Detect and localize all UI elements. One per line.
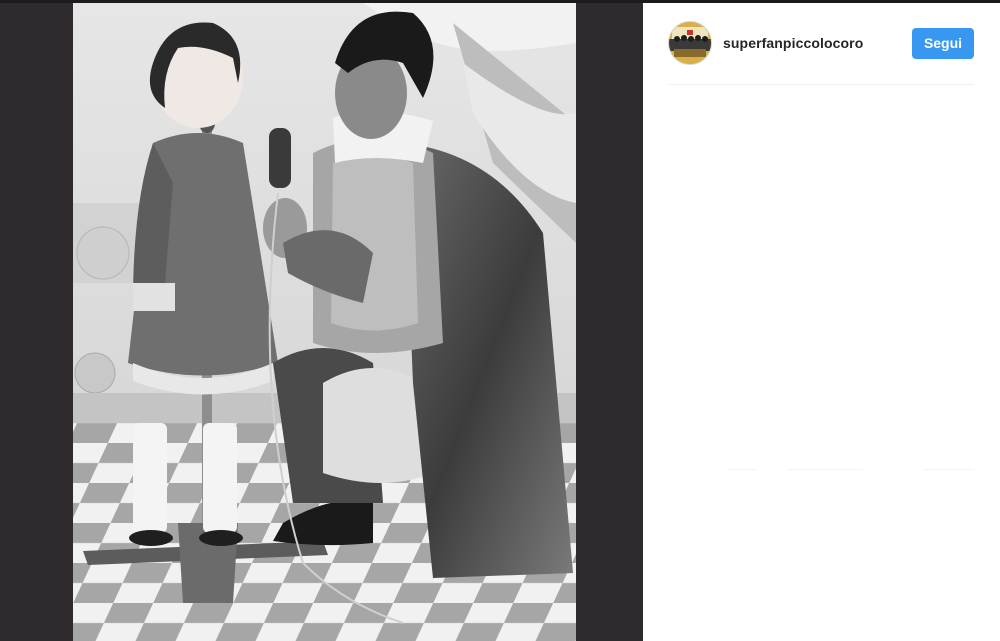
- faint-divider: [727, 469, 757, 470]
- post-side-panel: superfanpiccolocoro Segui: [643, 3, 1000, 641]
- faint-divider: [923, 469, 974, 470]
- photo-illustration: [73, 3, 576, 641]
- post-header: superfanpiccolocoro Segui: [643, 3, 1000, 85]
- group-photo-avatar-icon: [669, 22, 711, 64]
- faint-divider: [787, 469, 863, 470]
- header-divider: [669, 84, 974, 85]
- faint-divider-group: [643, 469, 1000, 471]
- post-photo[interactable]: [73, 3, 576, 641]
- avatar[interactable]: [669, 22, 711, 64]
- follow-button[interactable]: Segui: [912, 28, 974, 59]
- username-link[interactable]: superfanpiccolocoro: [723, 35, 863, 51]
- post-viewer: superfanpiccolocoro Segui: [0, 0, 1000, 641]
